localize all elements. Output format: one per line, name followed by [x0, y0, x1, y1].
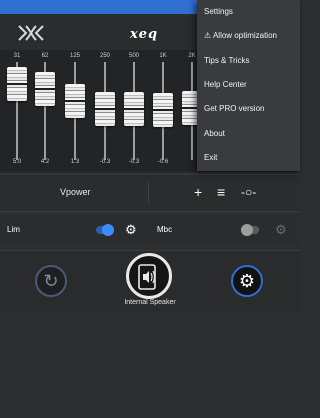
eq-band-frequency: 1K: [159, 53, 167, 59]
menu-item-tips[interactable]: Tips & Tricks: [204, 56, 249, 65]
limiter-toggle[interactable]: [96, 224, 114, 236]
eq-band-gain: -0.6: [157, 159, 169, 165]
menu-item-help-center[interactable]: Help Center: [204, 80, 247, 89]
eq-band-frequency: 250: [99, 53, 110, 59]
preset-save-icon[interactable]: -○-: [241, 184, 256, 200]
eq-band-frequency: 125: [69, 53, 80, 59]
preset-list-icon[interactable]: ≡: [217, 184, 225, 200]
eq-band[interactable]: 1K -0.6: [148, 50, 178, 172]
bottom-controls: ↻ Internal Speaker ⚙: [0, 250, 300, 313]
preset-bar: Vpower + ≡ -○-: [0, 174, 300, 212]
menu-item-allow-optimization[interactable]: ⚠ Allow optimization: [204, 31, 277, 40]
eq-band-gain: -0.3: [99, 159, 111, 165]
app-brand: xeq: [130, 27, 159, 42]
output-device-label: Internal Speaker: [124, 299, 176, 306]
eq-band[interactable]: 125 1.3: [60, 50, 90, 172]
eq-band-frequency: 31: [13, 53, 21, 59]
eq-slider-knob[interactable]: [124, 92, 144, 127]
limiter-settings-gear-icon[interactable]: ⚙: [125, 223, 137, 237]
phone-speaker-icon: [138, 264, 156, 290]
eq-band-gain: 4.2: [40, 159, 50, 165]
mbc-label: Mbc: [157, 225, 173, 234]
menu-item-exit[interactable]: Exit: [204, 153, 217, 162]
toggle-thumb: [102, 224, 114, 236]
mbc-toggle[interactable]: [241, 224, 259, 236]
eq-band-gain: -0.3: [128, 159, 140, 165]
eq-band-frequency: 62: [41, 53, 49, 59]
eq-band-gain: 5.0: [12, 159, 22, 165]
eq-band[interactable]: 500 -0.3: [119, 50, 149, 172]
menu-item-about[interactable]: About: [204, 129, 225, 138]
eq-band[interactable]: 62 4.2: [30, 50, 60, 172]
eq-slider-knob[interactable]: [7, 67, 27, 102]
add-preset-plus-icon[interactable]: +: [194, 184, 202, 200]
output-speaker-button[interactable]: [126, 253, 172, 299]
menu-item-get-pro[interactable]: Get PRO version: [204, 104, 264, 113]
app-logo-icon: [18, 25, 44, 41]
eq-band[interactable]: 31 5.0: [2, 50, 32, 172]
toggle-thumb: [241, 224, 253, 236]
divider: [148, 182, 149, 204]
eq-band-frequency: 500: [128, 53, 139, 59]
mbc-settings-gear-icon[interactable]: ⚙: [275, 223, 287, 237]
eq-slider-knob[interactable]: [65, 84, 85, 119]
eq-slider-knob[interactable]: [153, 93, 173, 128]
eq-band-gain: 1.3: [70, 159, 80, 165]
eq-slider-knob[interactable]: [95, 92, 115, 127]
eq-slider-knob[interactable]: [35, 71, 55, 106]
menu-item-settings[interactable]: Settings: [204, 7, 233, 16]
eq-band[interactable]: 250 -0.3: [90, 50, 120, 172]
empty-area: [0, 312, 300, 418]
overflow-menu: Settings ⚠ Allow optimization Tips & Tri…: [197, 0, 300, 171]
reset-refresh-icon[interactable]: ↻: [35, 265, 67, 297]
limiter-label: Lim: [7, 225, 20, 234]
preset-name[interactable]: Vpower: [60, 187, 91, 197]
effects-row: Lim ⚙ Mbc ⚙: [0, 214, 300, 246]
settings-gear-icon[interactable]: ⚙: [231, 265, 263, 297]
